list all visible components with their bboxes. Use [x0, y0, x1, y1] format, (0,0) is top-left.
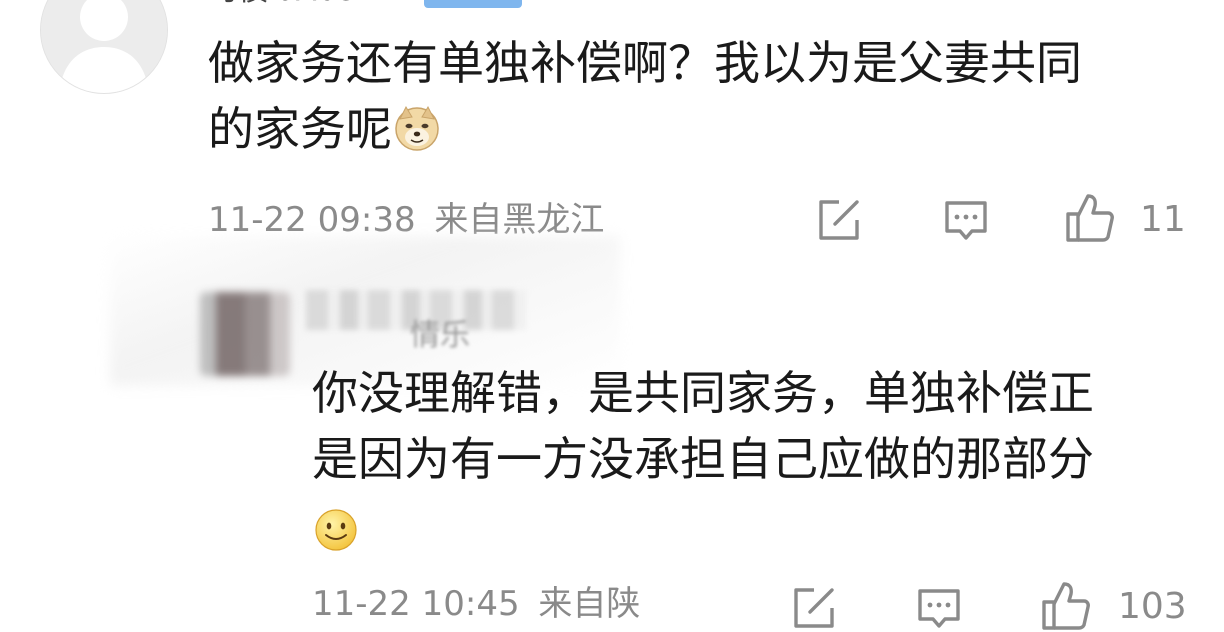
timestamp: 11-22 09:38: [208, 200, 416, 240]
comment-meta: 11-22 10:45 来自陕: [312, 584, 640, 624]
avatar[interactable]: [200, 292, 290, 376]
thumbs-up-icon[interactable]: [1064, 192, 1116, 244]
thumbs-up-icon[interactable]: [1040, 580, 1092, 632]
user-badge: [424, 0, 522, 8]
smile-emoji-icon: [314, 508, 358, 552]
username[interactable]: 习惯IdAbe: [208, 0, 354, 8]
edit-icon[interactable]: [790, 584, 838, 632]
comment-icon[interactable]: [915, 584, 963, 632]
comment-text-line-2: 的家务呢: [208, 96, 1198, 162]
avatar[interactable]: [40, 0, 168, 94]
edit-icon[interactable]: [815, 196, 863, 244]
comment-meta: 11-22 09:38 来自黑龙江: [208, 200, 604, 240]
comment-text-line: 的家务呢: [208, 102, 392, 156]
doge-emoji-icon: [394, 105, 440, 151]
location: 来自陕: [538, 584, 641, 624]
username-partial: 情乐: [410, 318, 470, 353]
comment-text-line: 是因为有一方没承担自己应做的那部分: [312, 432, 1094, 486]
comment-text: 做家务还有单独补偿啊？我以为是父妻共同 的家务呢: [208, 30, 1198, 162]
comment-text: 你没理解错，是共同家务，单独补偿正 是因为有一方没承担自己应做的那部分: [312, 360, 1202, 492]
comment-text-line: 你没理解错，是共同家务，单独补偿正: [312, 366, 1094, 420]
timestamp: 11-22 10:45: [312, 584, 520, 624]
default-avatar-icon: [41, 0, 167, 93]
like-count: 103: [1118, 586, 1187, 627]
comment-icon[interactable]: [942, 196, 990, 244]
like-count: 11: [1140, 199, 1186, 240]
location: 来自黑龙江: [434, 200, 605, 240]
comment-text-line: 做家务还有单独补偿啊？我以为是父妻共同: [208, 36, 1082, 90]
